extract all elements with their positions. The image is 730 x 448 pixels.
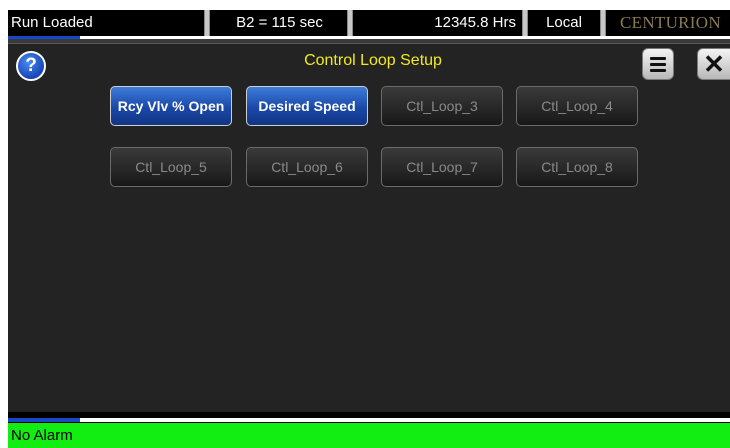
timer-status: B2 = 115 sec	[236, 14, 323, 31]
loop-button-8[interactable]: Ctl_Loop_8	[516, 147, 638, 187]
hamburger-menu-icon[interactable]	[642, 48, 674, 80]
hours-status: 12345.8 Hrs	[434, 14, 516, 31]
main-panel: ? Control Loop Setup ✕ Rcy Vlv % Open De…	[8, 36, 730, 412]
status-bar: Run Loaded B2 = 115 sec 12345.8 Hrs Loca…	[8, 10, 730, 36]
bottom-progress-bar	[8, 418, 730, 422]
help-icon[interactable]: ?	[16, 51, 46, 81]
menu-line	[650, 69, 666, 72]
hmi-screen: Run Loaded B2 = 115 sec 12345.8 Hrs Loca…	[0, 0, 730, 448]
status-divider	[347, 10, 353, 36]
close-icon[interactable]: ✕	[697, 48, 730, 80]
brand-logo: CENTURION	[620, 13, 721, 32]
status-divider	[522, 10, 528, 36]
loop-button-2[interactable]: Desired Speed	[246, 86, 368, 126]
run-mode-status: Run Loaded	[11, 14, 93, 31]
loop-button-1[interactable]: Rcy Vlv % Open	[110, 86, 232, 126]
bottom-progress-fill	[8, 418, 81, 422]
status-divider	[204, 10, 210, 36]
loop-button-5[interactable]: Ctl_Loop_5	[110, 147, 232, 187]
location-status: Local	[546, 14, 582, 31]
page-title: Control Loop Setup	[304, 52, 442, 69]
loop-button-6[interactable]: Ctl_Loop_6	[246, 147, 368, 187]
header-strip	[8, 39, 730, 44]
loop-button-7[interactable]: Ctl_Loop_7	[381, 147, 503, 187]
menu-line	[650, 57, 666, 60]
status-divider	[600, 10, 606, 36]
alarm-status-bar[interactable]: No Alarm	[8, 423, 730, 448]
loop-button-4[interactable]: Ctl_Loop_4	[516, 86, 638, 126]
menu-line	[650, 63, 666, 66]
loop-button-3[interactable]: Ctl_Loop_3	[381, 86, 503, 126]
